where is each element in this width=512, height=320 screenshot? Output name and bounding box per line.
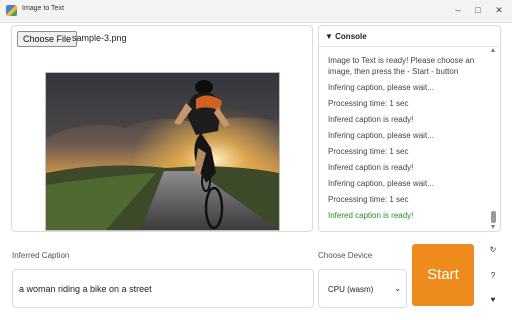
console-line: Image to Text is ready! Please choose an… bbox=[328, 56, 475, 76]
console-line: Infering caption, please wait... bbox=[328, 83, 434, 92]
title-bar: Image to Text – □ ✕ bbox=[0, 0, 512, 23]
scroll-thumb[interactable] bbox=[491, 211, 496, 223]
scroll-down-icon[interactable] bbox=[491, 225, 495, 229]
help-icon[interactable]: ? bbox=[487, 270, 499, 282]
console-line: Infered caption is ready! bbox=[328, 163, 414, 172]
caption-value: a woman riding a bike on a street bbox=[19, 284, 152, 294]
console-log: Image to Text is ready! Please choose an… bbox=[328, 55, 488, 226]
minimize-button[interactable]: – bbox=[449, 3, 467, 17]
heart-icon[interactable]: ♥ bbox=[487, 294, 499, 306]
choose-file-button[interactable]: Choose File bbox=[17, 31, 78, 47]
preview-image bbox=[45, 72, 280, 231]
console-line: Infering caption, please wait... bbox=[328, 131, 434, 140]
console-line-success: Infered caption is ready! bbox=[328, 211, 414, 220]
console-toggle[interactable]: ▼ Console bbox=[325, 32, 367, 41]
device-selected-value: CPU (wasm) bbox=[328, 285, 374, 294]
console-scrollbar[interactable] bbox=[491, 48, 496, 229]
start-button[interactable]: Start bbox=[412, 244, 474, 306]
device-label: Choose Device bbox=[318, 251, 373, 260]
maximize-button[interactable]: □ bbox=[469, 3, 487, 17]
file-name: sample-3.png bbox=[72, 33, 127, 43]
console-line: Processing time: 1 sec bbox=[328, 147, 409, 156]
close-button[interactable]: ✕ bbox=[490, 3, 508, 17]
window-title: Image to Text bbox=[22, 5, 64, 12]
app-icon bbox=[6, 5, 17, 16]
console-line: Processing time: 1 sec bbox=[328, 195, 409, 204]
console-line: Infering caption, please wait... bbox=[328, 179, 434, 188]
caption-label: Inferred Caption bbox=[12, 251, 70, 260]
console-divider bbox=[318, 46, 499, 47]
chevron-down-icon: ⌄ bbox=[394, 284, 401, 293]
caption-field[interactable]: a woman riding a bike on a street bbox=[12, 269, 314, 308]
console-line: Processing time: 1 sec bbox=[328, 99, 409, 108]
console-line: Infered caption is ready! bbox=[328, 115, 414, 124]
refresh-icon[interactable]: ↻ bbox=[487, 244, 499, 256]
scroll-up-icon[interactable] bbox=[491, 48, 495, 52]
device-select[interactable]: CPU (wasm) ⌄ bbox=[318, 269, 407, 308]
